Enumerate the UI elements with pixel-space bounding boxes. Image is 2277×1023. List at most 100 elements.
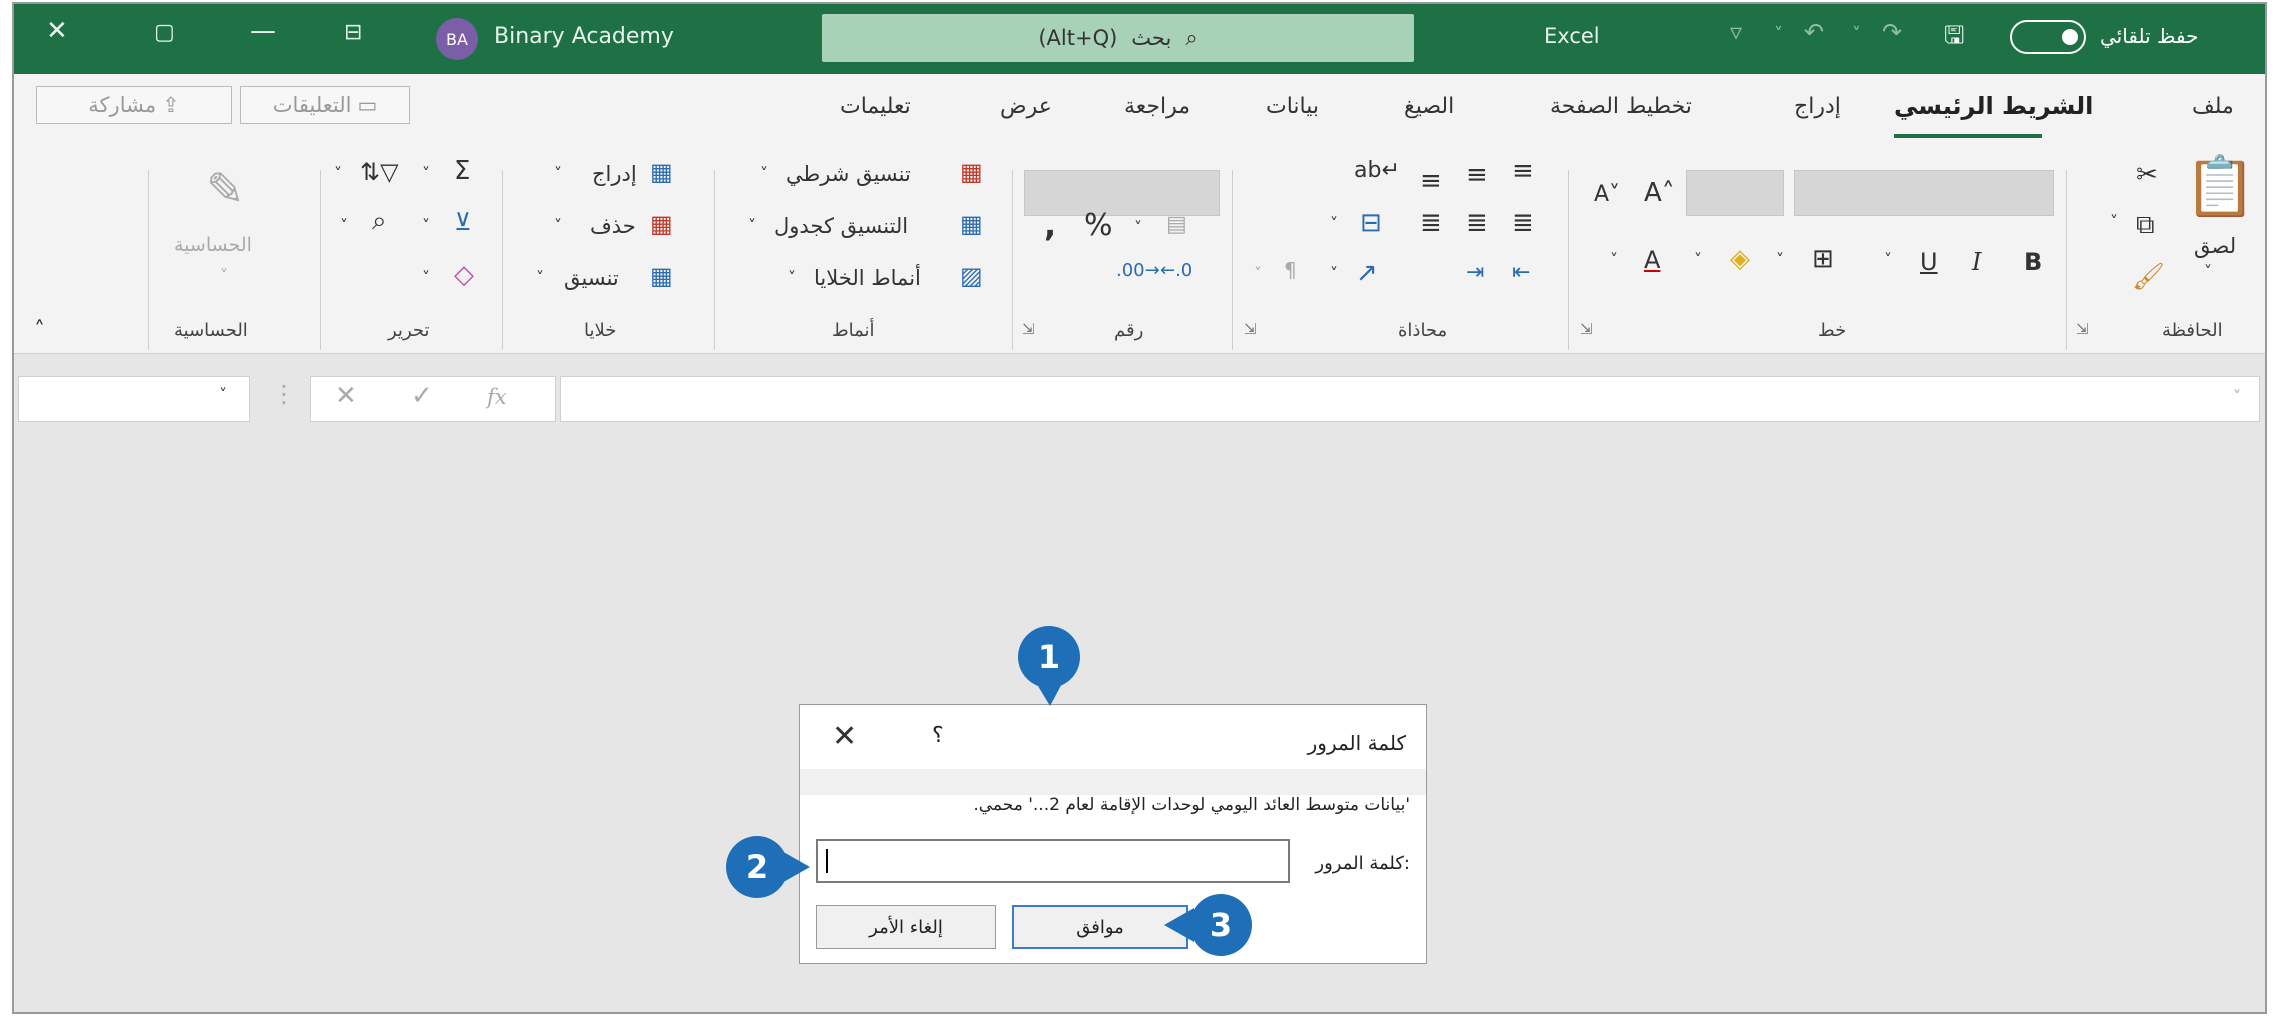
decrease-font-icon[interactable]: A˅ [1594, 182, 1620, 207]
chevron-down-icon[interactable]: ˅ [788, 268, 796, 287]
chevron-down-icon[interactable]: ˅ [1330, 264, 1338, 283]
tab-home[interactable]: الشريط الرئيسي [1894, 92, 2093, 120]
orientation-icon[interactable]: ↗ [1356, 258, 1378, 288]
chevron-down-icon[interactable]: ˅ [536, 268, 544, 287]
insert-function-icon[interactable]: fx [487, 385, 507, 409]
increase-font-icon[interactable]: A˄ [1644, 178, 1675, 208]
sensitivity-button[interactable]: الحساسية [174, 234, 252, 256]
chevron-down-icon[interactable]: ˅ [422, 164, 430, 183]
conditional-formatting-button[interactable]: تنسيق شرطي [786, 162, 911, 186]
text-direction-icon[interactable]: ¶ [1284, 258, 1297, 282]
font-size-combo[interactable] [1686, 170, 1784, 216]
align-middle-icon[interactable]: ≡ [1466, 160, 1488, 190]
chevron-down-icon[interactable]: ˅ [554, 164, 562, 183]
ribbon-display-icon[interactable]: ⊟ [344, 20, 362, 45]
password-field[interactable] [816, 839, 1290, 883]
autosave-toggle[interactable] [2010, 20, 2086, 54]
cell-styles-button[interactable]: أنماط الخلايا [814, 266, 921, 290]
tab-formulas[interactable]: الصيغ [1404, 94, 1454, 119]
bold-icon[interactable]: B [2024, 248, 2042, 276]
enter-icon[interactable]: ✓ [411, 381, 433, 411]
paste-icon[interactable]: 📋 [2184, 152, 2256, 221]
increase-decimal-icon[interactable]: ←.0 [1160, 260, 1192, 281]
chevron-down-icon[interactable]: ˅ [422, 268, 430, 287]
tab-data[interactable]: بيانات [1266, 94, 1319, 119]
format-as-table-button[interactable]: التنسيق كجدول [774, 214, 908, 238]
accounting-format-icon[interactable]: ▤ [1166, 212, 1187, 237]
chevron-down-icon[interactable]: ˅ [1774, 24, 1783, 45]
cancel-entry-icon[interactable]: ✕ [335, 381, 357, 411]
chevron-down-icon[interactable]: ˅ [1330, 214, 1338, 233]
comma-style-icon[interactable]: , [1044, 206, 1056, 244]
format-cells-button[interactable]: تنسيق [564, 266, 619, 290]
chevron-down-icon[interactable]: ˅ [340, 216, 348, 235]
chevron-down-icon[interactable]: ˅ [748, 216, 756, 235]
collapse-ribbon-icon[interactable]: ˄ [34, 318, 45, 343]
chevron-down-icon[interactable]: ˅ [554, 216, 562, 235]
tab-help[interactable]: تعليمات [840, 94, 911, 119]
percent-icon[interactable]: % [1084, 208, 1113, 243]
fill-icon[interactable]: ⊻ [454, 208, 472, 236]
font-launcher-icon[interactable]: ⇲ [1580, 320, 1593, 338]
search-box[interactable]: ⌕ بحث (Alt+Q) [822, 14, 1414, 62]
format-painter-icon[interactable]: 🖌 [2132, 262, 2165, 292]
chevron-down-icon[interactable]: ˅ [1134, 218, 1142, 237]
copy-icon[interactable]: ⧉ [2136, 210, 2155, 241]
chevron-down-icon[interactable]: ˅ [334, 164, 342, 183]
italic-icon[interactable]: I [1972, 248, 1981, 276]
redo-icon[interactable]: ↷ [1882, 18, 1902, 46]
tab-insert[interactable]: إدراج [1794, 94, 1841, 119]
avatar[interactable]: BA [436, 18, 478, 60]
align-center-icon[interactable]: ≣ [1466, 208, 1488, 238]
paste-label[interactable]: لصق [2194, 234, 2236, 258]
decrease-indent-icon[interactable]: ⇤ [1512, 260, 1530, 285]
close-icon[interactable]: ✕ [832, 719, 857, 754]
number-launcher-icon[interactable]: ⇲ [1022, 320, 1035, 338]
customize-qat-icon[interactable]: ▿ [1730, 18, 1742, 46]
borders-icon[interactable]: ⊞ [1812, 244, 1834, 274]
sort-filter-icon[interactable]: ⇅▽ [360, 158, 399, 186]
font-name-combo[interactable] [1794, 170, 2054, 216]
decrease-decimal-icon[interactable]: .00→ [1116, 260, 1160, 281]
chevron-down-icon[interactable]: ˅ [1254, 264, 1262, 283]
expand-formula-icon[interactable]: ˅ [2233, 387, 2241, 406]
comments-button[interactable]: التعليقات ▭ [240, 86, 410, 124]
align-bottom-icon[interactable]: ≡ [1420, 166, 1442, 196]
share-button[interactable]: مشاركة ⇪ [36, 86, 232, 124]
undo-icon[interactable]: ↶ [1804, 18, 1824, 46]
alignment-launcher-icon[interactable]: ⇲ [1244, 320, 1257, 338]
chevron-down-icon[interactable]: ˅ [220, 266, 228, 285]
clear-icon[interactable]: ◇ [454, 260, 474, 290]
more-options-icon[interactable]: ⋮ [272, 380, 296, 408]
chevron-down-icon[interactable]: ˅ [760, 164, 768, 183]
tab-page-layout[interactable]: تخطيط الصفحة [1550, 94, 1692, 119]
delete-cells-button[interactable]: حذف [590, 214, 636, 238]
merge-center-icon[interactable]: ⊟ [1360, 208, 1382, 238]
chevron-down-icon[interactable]: ˅ [2110, 212, 2118, 231]
wrap-text-icon[interactable]: ab↵ [1354, 158, 1400, 183]
find-select-icon[interactable]: ⌕ [372, 206, 387, 237]
tab-file[interactable]: ملف [2192, 94, 2234, 119]
underline-icon[interactable]: U [1920, 248, 1938, 276]
name-box[interactable]: ˅ [18, 376, 250, 422]
restore-window-icon[interactable]: ▢ [154, 20, 175, 45]
tab-review[interactable]: مراجعة [1124, 94, 1190, 119]
chevron-down-icon[interactable]: ˅ [2204, 262, 2212, 281]
increase-indent-icon[interactable]: ⇥ [1466, 260, 1484, 285]
clipboard-launcher-icon[interactable]: ⇲ [2076, 320, 2089, 338]
help-icon[interactable]: ؟ [932, 723, 944, 748]
formula-input[interactable]: ˅ [560, 376, 2260, 422]
account-name[interactable]: Binary Academy [494, 24, 674, 49]
chevron-down-icon[interactable]: ˅ [1852, 24, 1861, 45]
autosum-icon[interactable]: Σ [454, 156, 470, 186]
insert-cells-button[interactable]: إدراج [592, 162, 637, 186]
chevron-down-icon[interactable]: ˅ [1610, 250, 1618, 269]
close-window-icon[interactable]: ✕ [46, 16, 68, 46]
cut-icon[interactable]: ✂ [2136, 160, 2158, 190]
chevron-down-icon[interactable]: ˅ [422, 216, 430, 235]
chevron-down-icon[interactable]: ˅ [1884, 250, 1892, 269]
save-icon[interactable]: 🖫 [1944, 18, 1964, 59]
font-color-icon[interactable]: A [1644, 246, 1660, 274]
cancel-button[interactable]: إلغاء الأمر [816, 905, 996, 949]
align-left-icon[interactable]: ≣ [1420, 208, 1442, 238]
